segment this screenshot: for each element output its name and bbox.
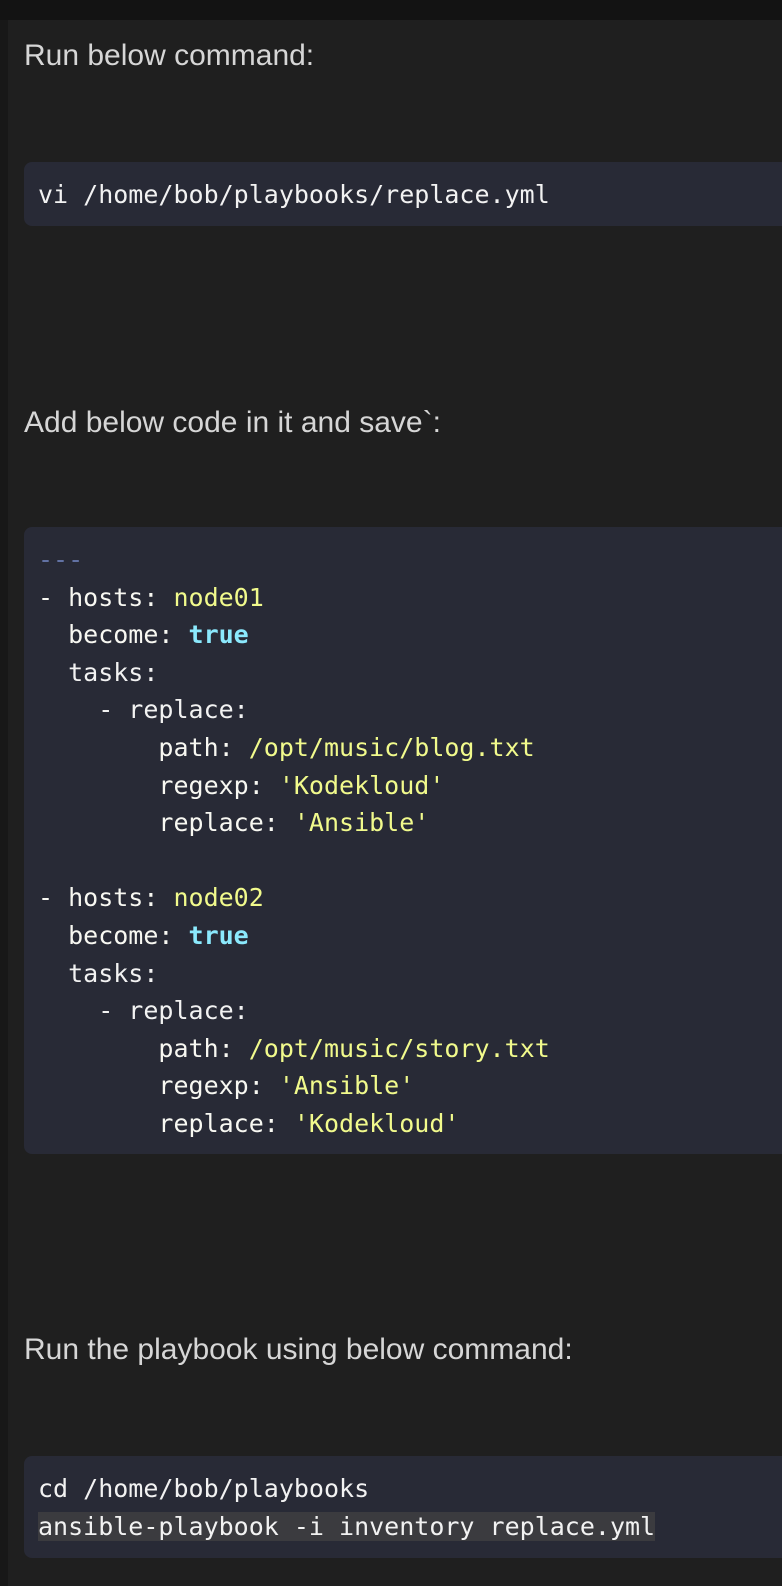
- play-2-replace-line: replace: 'Kodekloud': [38, 1105, 782, 1143]
- code-line-cd: cd /home/bob/playbooks: [38, 1474, 370, 1503]
- path-value: /opt/music/blog.txt: [248, 732, 535, 762]
- code-line-ansible: ansible-playbook -i inventory replace.ym…: [38, 1508, 782, 1546]
- path-key: path:: [38, 1033, 249, 1063]
- top-bar: [0, 0, 782, 20]
- play-1-hosts-line: - hosts: node01: [38, 579, 782, 617]
- code-block-open-file[interactable]: vi /home/bob/playbooks/replace.yml: [24, 162, 782, 226]
- play-2-become-line: become: true: [38, 917, 782, 955]
- content-panel: Run below command: vi /home/bob/playbook…: [8, 20, 782, 1586]
- replace-key: replace:: [38, 1108, 294, 1138]
- play-2-hosts-line: - hosts: node02: [38, 879, 782, 917]
- code-block-run-playbook[interactable]: cd /home/bob/playbooks ansible-playbook …: [24, 1456, 782, 1558]
- play-2-tasks-line: tasks:: [38, 958, 159, 988]
- yaml-doc-separator: ---: [38, 545, 84, 574]
- hosts-key: - hosts:: [38, 582, 174, 612]
- become-value: true: [188, 920, 249, 950]
- code-line: vi /home/bob/playbooks/replace.yml: [38, 180, 550, 209]
- step-3-text: Run the playbook using below command:: [24, 1333, 573, 1366]
- play-1-regexp-line: regexp: 'Kodekloud': [38, 767, 782, 805]
- selected-text[interactable]: ansible-playbook -i inventory replace.ym…: [38, 1511, 656, 1541]
- step-1-text: Run below command:: [24, 39, 315, 72]
- replace-value: 'Ansible': [293, 808, 430, 838]
- path-value: /opt/music/story.txt: [248, 1033, 550, 1063]
- play-2-path-line: path: /opt/music/story.txt: [38, 1030, 782, 1068]
- code-block-playbook[interactable]: --- - hosts: node01 become: true tasks: …: [24, 527, 782, 1154]
- become-value: true: [188, 620, 249, 650]
- play-1-task-line: - replace:: [38, 695, 249, 725]
- play-1-path-line: path: /opt/music/blog.txt: [38, 729, 782, 767]
- regexp-key: regexp:: [38, 1071, 279, 1101]
- become-key: become:: [38, 920, 189, 950]
- play-1-become-line: become: true: [38, 616, 782, 654]
- regexp-key: regexp:: [38, 770, 279, 800]
- replace-value: 'Kodekloud': [293, 1108, 460, 1138]
- hosts-key: - hosts:: [38, 883, 174, 913]
- hosts-value: node01: [173, 582, 264, 612]
- left-edge: [0, 20, 8, 1586]
- regexp-value: 'Ansible': [278, 1071, 415, 1101]
- play-1-replace-line: replace: 'Ansible': [38, 804, 782, 842]
- replace-key: replace:: [38, 808, 294, 838]
- step-2-text: Add below code in it and save`:: [24, 406, 441, 439]
- become-key: become:: [38, 620, 189, 650]
- play-2-task-line: - replace:: [38, 996, 249, 1026]
- play-1-tasks-line: tasks:: [38, 657, 159, 687]
- hosts-value: node02: [173, 883, 264, 913]
- play-2-regexp-line: regexp: 'Ansible': [38, 1067, 782, 1105]
- path-key: path:: [38, 732, 249, 762]
- regexp-value: 'Kodekloud': [278, 770, 445, 800]
